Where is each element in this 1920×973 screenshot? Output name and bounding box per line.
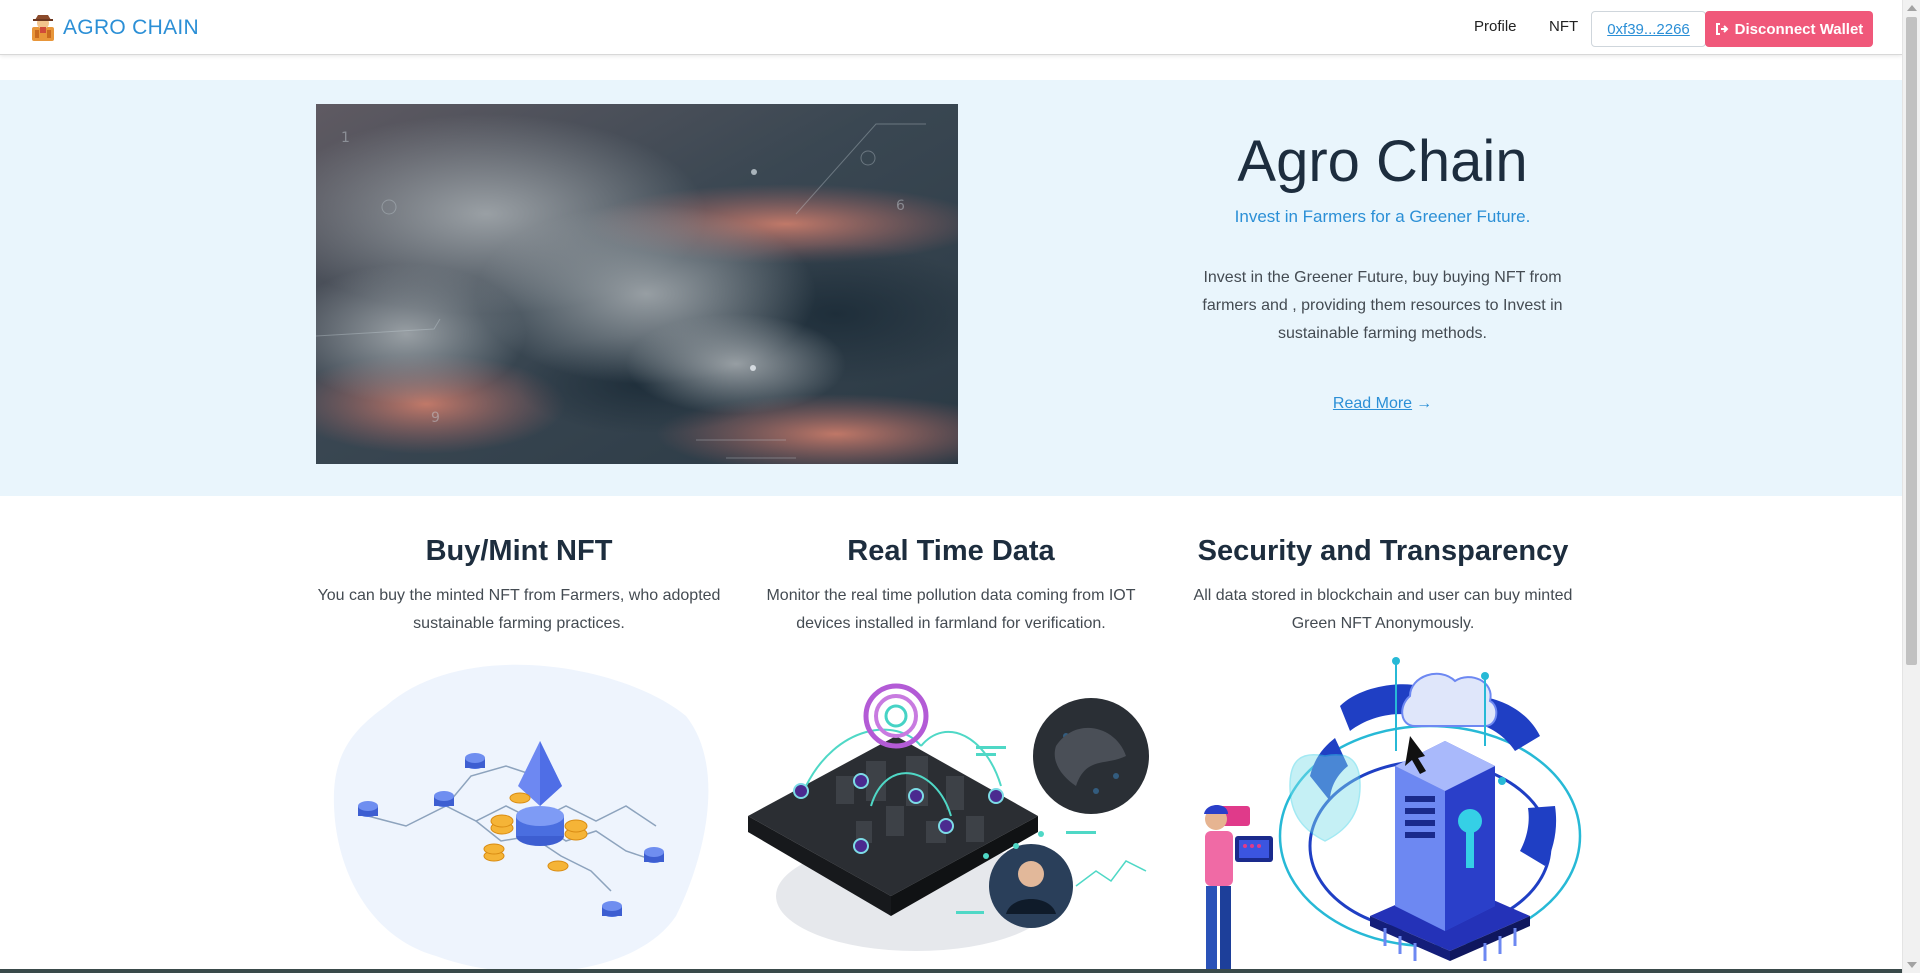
page-bottom-edge [0,969,1902,973]
read-more-label: Read More [1332,395,1413,412]
feature-real-time-data: Real Time Data Monitor the real time pol… [741,535,1161,638]
blockchain-network-illustration [333,664,709,973]
scrollbar-thumb[interactable] [1906,17,1917,665]
feature-title: Buy/Mint NFT [425,535,613,567]
hero-description: Invest in the Greener Future, buy buying… [1202,269,1563,342]
sign-out-icon [1715,23,1729,35]
read-more-link[interactable]: Read More → [1100,395,1665,413]
smoke-landscape-image: 1 6 9 [316,104,958,464]
feature-title: Real Time Data [847,535,1055,567]
feature-text: All data stored in blockchain and user c… [1193,587,1573,632]
feature-text: Monitor the real time pollution data com… [766,587,1136,632]
feature-text: You can buy the minted NFT from Farmers,… [317,587,721,632]
feature-security: Security and Transparency All data store… [1173,535,1593,638]
navbar: AGRO CHAIN Profile NFT 0xf39...2266 Disc… [0,0,1902,55]
feature-buy-mint: Buy/Mint NFT You can buy the minted NFT … [309,535,729,638]
svg-text:6: 6 [896,198,905,214]
hero-section: 1 6 9 Agro Chain Invest in Farmers for a… [0,80,1902,496]
disconnect-wallet-button[interactable]: Disconnect Wallet [1705,11,1873,47]
vertical-scrollbar[interactable] [1902,0,1920,973]
svg-text:9: 9 [431,410,440,426]
hero-video[interactable]: 1 6 9 [316,104,958,464]
scroll-down-arrow-icon[interactable] [1907,962,1917,968]
hero-title: Agro Chain [1237,129,1528,194]
svg-text:1: 1 [341,130,350,146]
nav-profile-link[interactable]: Profile [1474,18,1517,35]
brand-link[interactable]: AGRO CHAIN [29,13,199,43]
feature-title: Security and Transparency [1197,535,1569,567]
security-server-illustration [1204,657,1582,973]
smart-city-data-illustration [748,683,1149,951]
hero-subtitle: Invest in Farmers for a Greener Future. [1234,207,1531,226]
wallet-address-button[interactable]: 0xf39...2266 [1591,11,1706,47]
scroll-up-arrow-icon[interactable] [1907,5,1917,11]
arrow-right-icon: → [1416,395,1433,412]
farmer-logo-icon [32,15,54,41]
brand-name: AGRO CHAIN [63,16,200,39]
disconnect-wallet-label: Disconnect Wallet [1734,20,1864,38]
nav-nft-link[interactable]: NFT [1549,18,1578,35]
